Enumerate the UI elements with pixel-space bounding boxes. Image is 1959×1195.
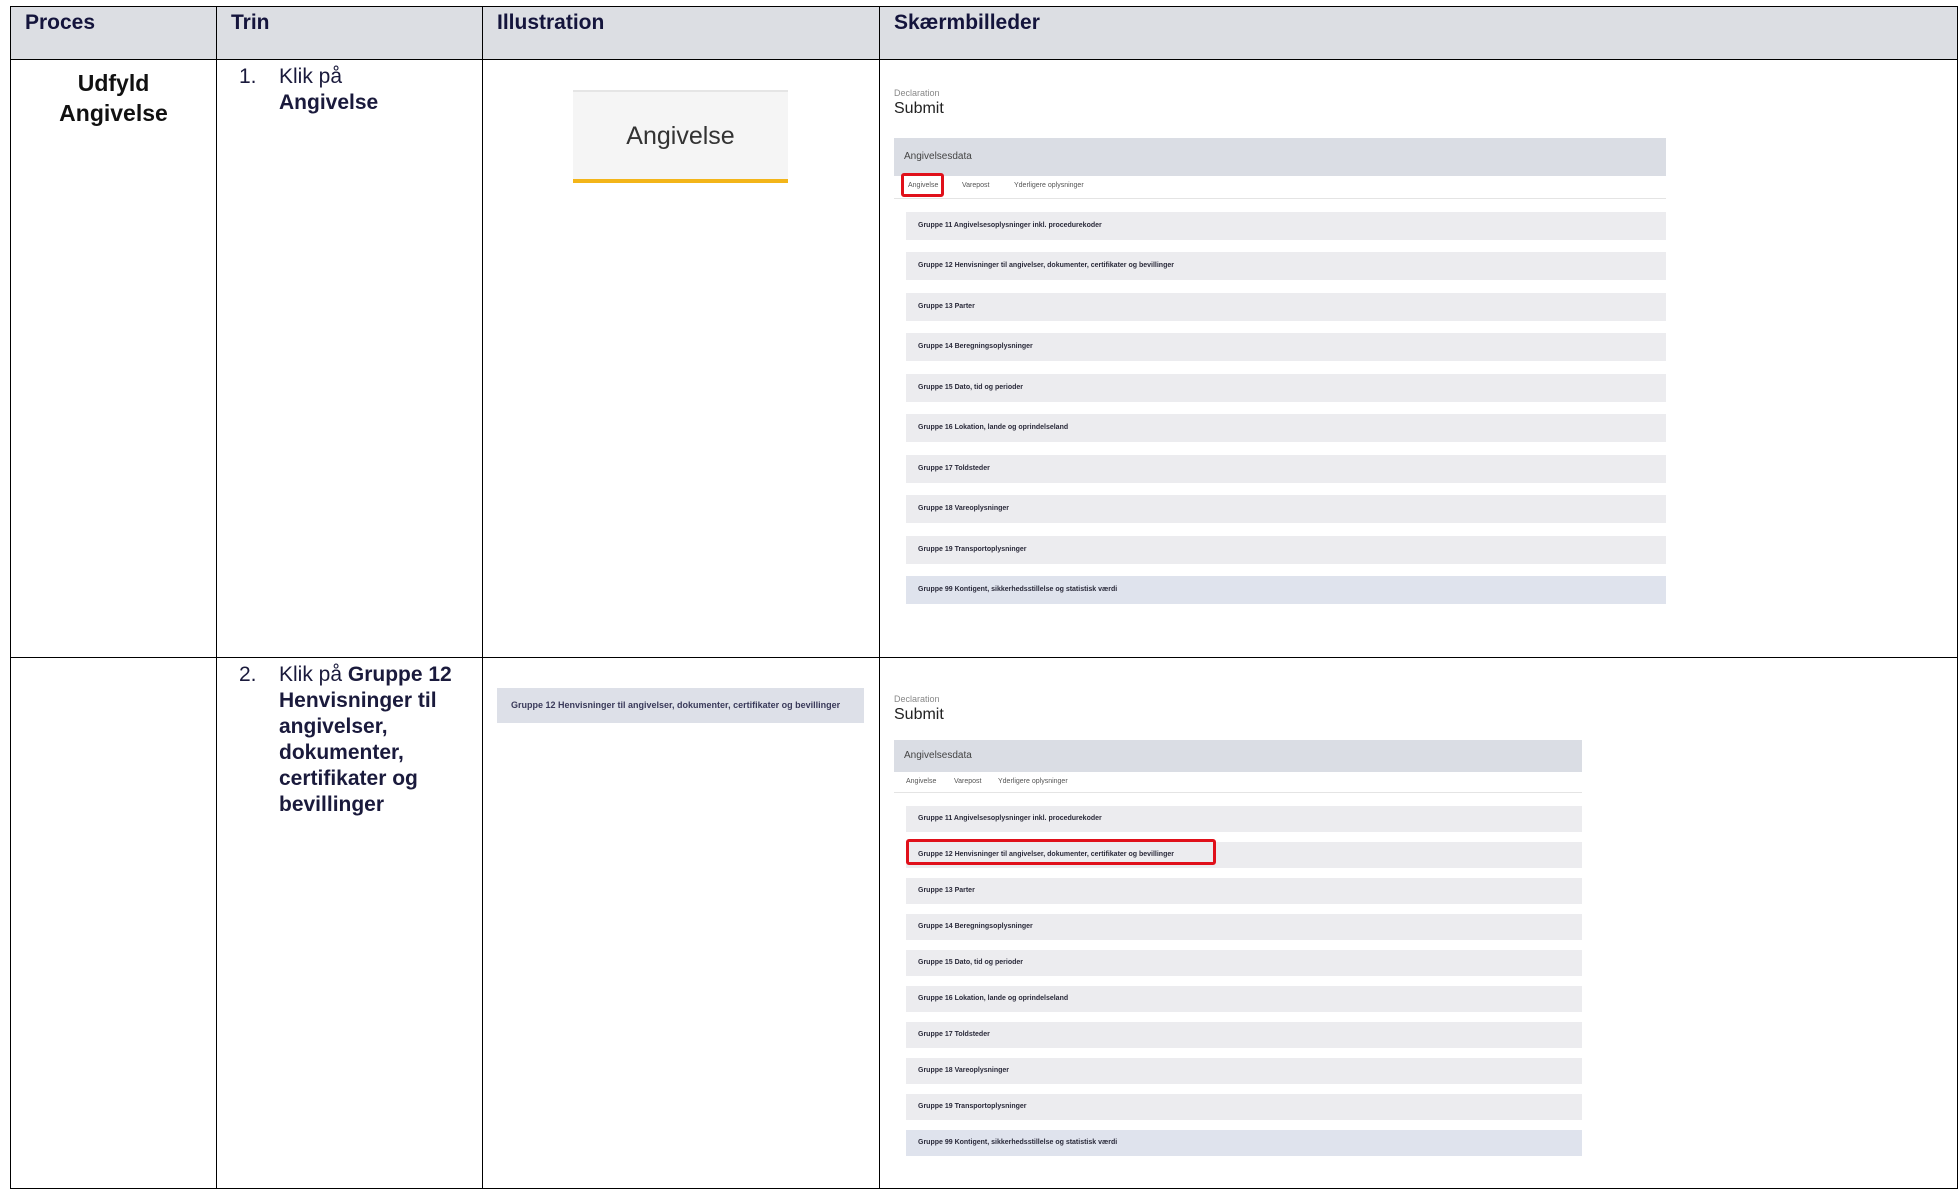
angivelse-tab-illustration: Angivelse bbox=[573, 90, 788, 183]
group-item[interactable]: Gruppe 19 Transportoplysninger bbox=[906, 536, 1666, 564]
submit-title: Submit bbox=[894, 706, 944, 723]
screenshot-cell: Declaration Submit Angivelsesdata Angive… bbox=[879, 59, 1958, 658]
gruppe-12-illustration: Gruppe 12 Henvisninger til angivelser, d… bbox=[497, 688, 864, 723]
table-row: Udfyld Angivelse 1. Klik på Angivelse An… bbox=[10, 59, 1958, 658]
proces-label: Udfyld Angivelse bbox=[59, 70, 168, 126]
declaration-label: Declaration bbox=[894, 694, 940, 704]
group-item[interactable]: Gruppe 11 Angivelsesoplysninger inkl. pr… bbox=[906, 806, 1582, 832]
tab-angivelse[interactable]: Angivelse bbox=[906, 778, 936, 785]
declaration-label: Declaration bbox=[894, 88, 940, 98]
panel-header: Angivelsesdata bbox=[894, 138, 1666, 176]
illustration-cell: Angivelse bbox=[482, 59, 880, 658]
header-skaermbilleder: Skærmbilleder bbox=[879, 6, 1958, 60]
step-prefix: Klik på bbox=[279, 65, 343, 88]
step-target: Angivelse bbox=[279, 91, 379, 114]
tab-bar: Angivelse Varepost Yderligere oplysninge… bbox=[894, 772, 1582, 793]
group-item[interactable]: Gruppe 19 Transportoplysninger bbox=[906, 1094, 1582, 1120]
group-item[interactable]: Gruppe 17 Toldsteder bbox=[906, 455, 1666, 483]
step-number: 1. bbox=[239, 65, 257, 88]
group-item[interactable]: Gruppe 99 Kontigent, sikkerhedsstillelse… bbox=[906, 1130, 1582, 1156]
instruction-table: Proces Trin Illustration Skærmbilleder U… bbox=[10, 6, 1958, 1189]
step-number: 2. bbox=[239, 663, 257, 686]
highlight-box bbox=[906, 839, 1216, 865]
group-item[interactable]: Gruppe 12 Henvisninger til angivelser, d… bbox=[906, 252, 1666, 280]
proces-cell: Udfyld Angivelse bbox=[10, 59, 217, 658]
tab-varepost[interactable]: Varepost bbox=[962, 182, 990, 189]
group-item[interactable]: Gruppe 14 Beregningsoplysninger bbox=[906, 333, 1666, 361]
step-cell: 1. Klik på Angivelse bbox=[216, 59, 483, 658]
group-item[interactable]: Gruppe 11 Angivelsesoplysninger inkl. pr… bbox=[906, 212, 1666, 240]
group-item[interactable]: Gruppe 18 Vareoplysninger bbox=[906, 1058, 1582, 1084]
group-item[interactable]: Gruppe 16 Lokation, lande og oprindelsel… bbox=[906, 986, 1582, 1012]
panel-header: Angivelsesdata bbox=[894, 740, 1582, 772]
tab-yderligere[interactable]: Yderligere oplysninger bbox=[998, 778, 1068, 785]
step-prefix: Klik på bbox=[279, 663, 343, 686]
submit-title: Submit bbox=[894, 100, 944, 117]
group-item[interactable]: Gruppe 13 Parter bbox=[906, 293, 1666, 321]
angivelse-tab-label: Angivelse bbox=[626, 122, 735, 150]
illustration-cell: Gruppe 12 Henvisninger til angivelser, d… bbox=[482, 657, 880, 1189]
screenshot-cell: Declaration Submit Angivelsesdata Angive… bbox=[879, 657, 1958, 1189]
header-trin: Trin bbox=[216, 6, 483, 60]
group-item[interactable]: Gruppe 99 Kontigent, sikkerhedsstillelse… bbox=[906, 576, 1666, 604]
proces-cell bbox=[10, 657, 217, 1189]
header-proces: Proces bbox=[10, 6, 217, 60]
step-cell: 2. Klik på Gruppe 12 Henvisninger til an… bbox=[216, 657, 483, 1189]
screenshot-declaration: Declaration Submit Angivelsesdata Angive… bbox=[894, 88, 1666, 616]
group-item[interactable]: Gruppe 14 Beregningsoplysninger bbox=[906, 914, 1582, 940]
group-item[interactable]: Gruppe 18 Vareoplysninger bbox=[906, 495, 1666, 523]
group-item[interactable]: Gruppe 13 Parter bbox=[906, 878, 1582, 904]
table-row: 2. Klik på Gruppe 12 Henvisninger til an… bbox=[10, 657, 1958, 1189]
highlight-box bbox=[901, 173, 944, 197]
tab-yderligere[interactable]: Yderligere oplysninger bbox=[1014, 182, 1084, 189]
group-item[interactable]: Gruppe 17 Toldsteder bbox=[906, 1022, 1582, 1048]
active-tab-indicator bbox=[573, 179, 788, 183]
group-item[interactable]: Gruppe 16 Lokation, lande og oprindelsel… bbox=[906, 414, 1666, 442]
header-illustration: Illustration bbox=[482, 6, 880, 60]
group-item[interactable]: Gruppe 15 Dato, tid og perioder bbox=[906, 374, 1666, 402]
screenshot-declaration: Declaration Submit Angivelsesdata Angive… bbox=[894, 694, 1582, 1168]
tab-varepost[interactable]: Varepost bbox=[954, 778, 982, 785]
tab-bar: Angivelse Varepost Yderligere oplysninge… bbox=[894, 173, 1666, 199]
group-item[interactable]: Gruppe 15 Dato, tid og perioder bbox=[906, 950, 1582, 976]
